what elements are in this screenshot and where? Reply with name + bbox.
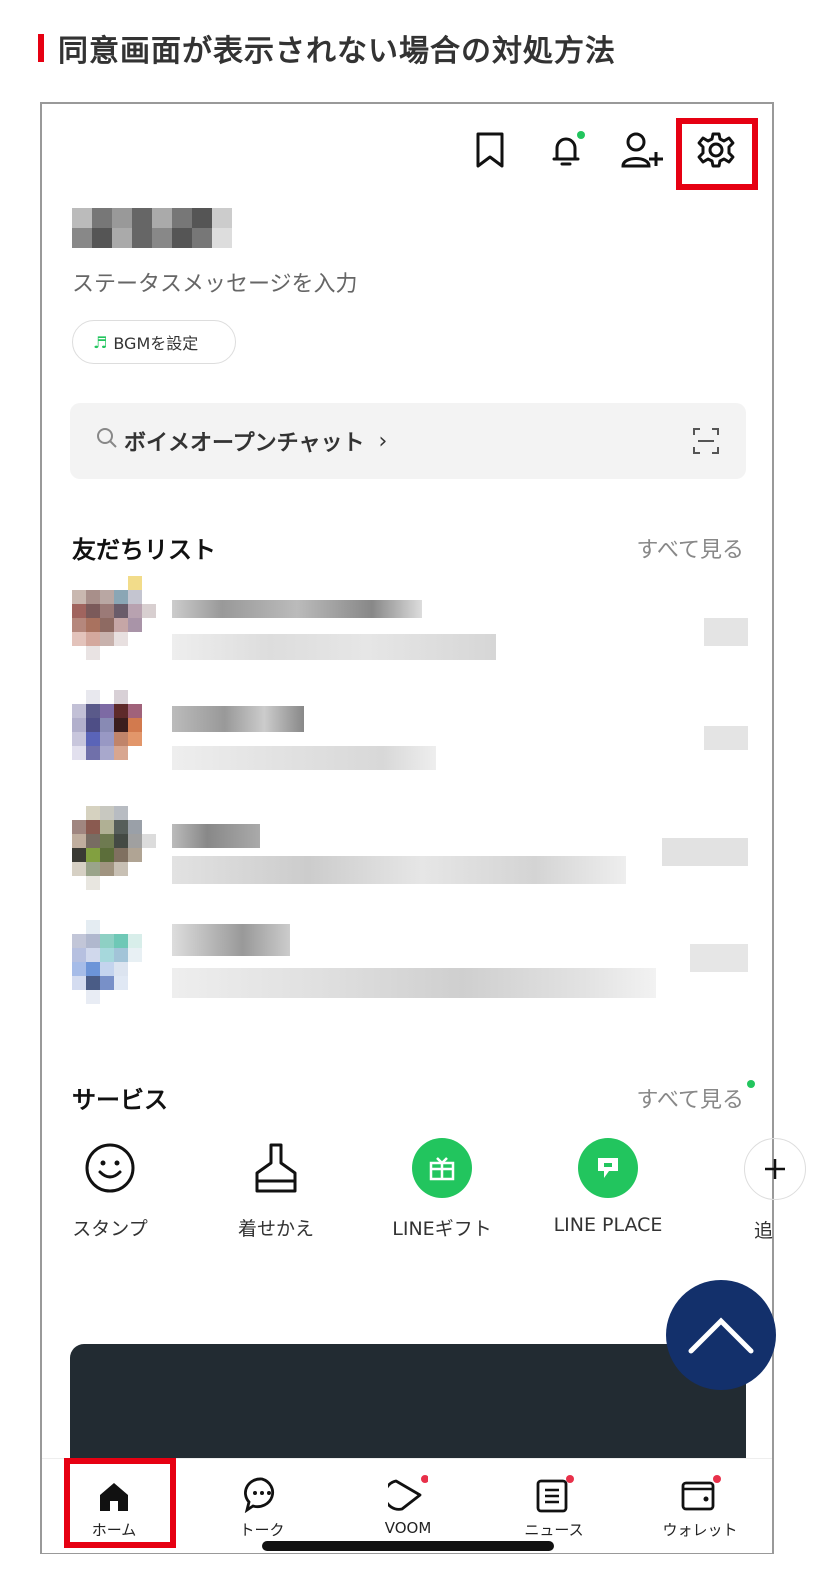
promo-banner[interactable] bbox=[70, 1344, 746, 1464]
smile-icon bbox=[80, 1138, 140, 1198]
article-heading: 同意画面が表示されない場合の対処方法 bbox=[38, 30, 616, 69]
friend-status-blurred bbox=[172, 856, 626, 884]
service-label: 着せかえ bbox=[237, 1218, 314, 1240]
service-stamp[interactable]: スタンプ bbox=[40, 1138, 180, 1241]
service-label: LINE PLACE bbox=[553, 1214, 663, 1236]
services-see-all-link[interactable]: すべて見る bbox=[636, 1082, 744, 1114]
search-bar[interactable]: ボイメオープンチャット › bbox=[70, 403, 746, 479]
tab-label: VOOM bbox=[384, 1519, 432, 1537]
friend-name-blurred bbox=[172, 824, 260, 848]
gift-icon bbox=[412, 1138, 472, 1198]
tab-voom[interactable]: VOOM bbox=[348, 1459, 468, 1553]
friend-meta-blurred bbox=[704, 618, 748, 646]
friend-avatar bbox=[72, 576, 156, 660]
friend-avatar bbox=[72, 690, 156, 774]
search-icon bbox=[96, 427, 118, 455]
new-dot bbox=[747, 1080, 755, 1088]
brush-icon bbox=[246, 1138, 306, 1198]
chat-icon bbox=[202, 1469, 322, 1513]
voom-icon bbox=[348, 1469, 468, 1513]
home-tab-highlight-box bbox=[64, 1458, 176, 1548]
friends-list-title: 友だちリスト bbox=[72, 536, 216, 564]
tab-talk[interactable]: トーク bbox=[202, 1459, 322, 1553]
friend-meta-blurred bbox=[704, 726, 748, 750]
status-message-field[interactable]: ステータスメッセージを入力 bbox=[72, 266, 358, 298]
place-icon bbox=[578, 1138, 638, 1198]
heading-text: 同意画面が表示されない場合の対処方法 bbox=[58, 34, 616, 69]
chevron-right-icon: › bbox=[378, 428, 388, 454]
service-line-place[interactable]: LINE PLACE bbox=[538, 1138, 678, 1236]
tab-wallet[interactable]: ウォレット bbox=[640, 1459, 760, 1553]
tab-label: ニュース bbox=[524, 1521, 584, 1539]
friend-row[interactable] bbox=[72, 576, 748, 666]
service-label: スタンプ bbox=[72, 1218, 148, 1240]
tab-news[interactable]: ニュース bbox=[494, 1459, 614, 1553]
bgm-button[interactable]: ♬ BGMを設定 bbox=[72, 320, 236, 364]
add-friend-icon[interactable] bbox=[620, 128, 664, 172]
friend-meta-blurred bbox=[662, 838, 748, 866]
friend-status-blurred bbox=[172, 746, 436, 770]
friend-row[interactable] bbox=[72, 806, 748, 896]
services-row: スタンプ 着せかえ LINEギフト LINE PLACE 追 bbox=[70, 1138, 806, 1248]
tab-label: ウォレット bbox=[662, 1521, 738, 1539]
service-add[interactable]: 追 bbox=[704, 1138, 806, 1243]
friend-avatar bbox=[72, 806, 156, 890]
friends-see-all-link[interactable]: すべて見る bbox=[636, 532, 744, 564]
bookmark-icon[interactable] bbox=[468, 128, 512, 172]
friend-meta-blurred bbox=[690, 944, 748, 972]
friend-name-blurred bbox=[172, 924, 290, 956]
bgm-label: BGMを設定 bbox=[113, 334, 199, 353]
services-title: サービス bbox=[72, 1086, 168, 1114]
friend-row[interactable] bbox=[72, 690, 748, 780]
search-label: ボイメオープンチャット bbox=[124, 431, 365, 456]
add-icon bbox=[744, 1138, 806, 1200]
profile-name-blurred bbox=[72, 208, 232, 248]
settings-highlight-box bbox=[676, 118, 758, 190]
service-label: 追 bbox=[754, 1220, 774, 1242]
friend-row[interactable] bbox=[72, 920, 748, 1010]
service-label: LINEギフト bbox=[392, 1218, 492, 1240]
tab-label: トーク bbox=[239, 1521, 285, 1539]
friend-name-blurred bbox=[172, 706, 304, 732]
music-note-icon: ♬ bbox=[93, 332, 108, 352]
friend-status-blurred bbox=[172, 634, 496, 660]
news-icon bbox=[494, 1469, 614, 1513]
scroll-to-top-button[interactable] bbox=[666, 1280, 776, 1390]
wallet-icon bbox=[640, 1469, 760, 1513]
service-kisekae[interactable]: 着せかえ bbox=[206, 1138, 346, 1241]
friend-status-blurred bbox=[172, 968, 656, 998]
service-line-gift[interactable]: LINEギフト bbox=[372, 1138, 512, 1241]
heading-accent-bar bbox=[38, 34, 44, 62]
home-indicator bbox=[262, 1541, 554, 1551]
qr-scan-icon[interactable] bbox=[692, 427, 720, 455]
friend-avatar bbox=[72, 920, 156, 1004]
friend-name-blurred bbox=[172, 600, 422, 618]
chevron-up-icon bbox=[688, 1317, 754, 1354]
bell-icon[interactable] bbox=[544, 128, 588, 172]
